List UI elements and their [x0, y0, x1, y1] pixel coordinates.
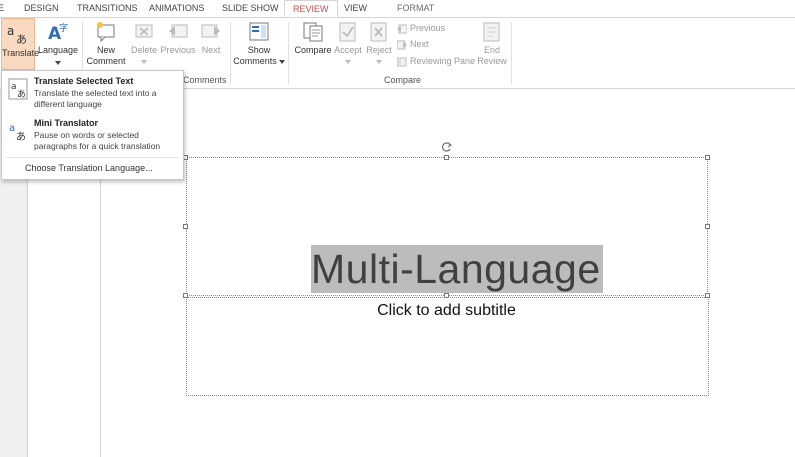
separator [288, 22, 289, 84]
compare-next-button[interactable]: Next [397, 39, 429, 50]
language-label: Language [37, 45, 79, 55]
resize-handle[interactable] [444, 155, 449, 160]
show-comments-label: Show Comments [232, 45, 286, 67]
menu-item-description: Pause on words or selected paragraphs fo… [34, 130, 161, 151]
tab-transitions[interactable]: TRANSITIONS [77, 3, 138, 13]
menu-item-description: Translate the selected text into a diffe… [34, 88, 157, 109]
delete-label: Delete [130, 45, 157, 55]
slide-title[interactable]: Multi-Language [311, 246, 601, 293]
chevron-down-icon [141, 60, 147, 64]
translate-dropdown-menu: a あ Translate Selected Text Translate th… [1, 70, 184, 180]
group-label-compare: Compare [384, 75, 422, 85]
accept-label: Accept [334, 45, 362, 55]
show-comments-button[interactable]: Show Comments [232, 21, 286, 67]
previous-label: Previous [160, 45, 196, 55]
language-icon: A 字 [48, 22, 68, 43]
chevron-down-icon [278, 60, 285, 64]
resize-handle[interactable] [705, 155, 710, 160]
subtitle-placeholder-text[interactable]: Click to add subtitle [186, 302, 707, 320]
tab-file-partial[interactable]: E [0, 3, 4, 13]
menu-item-translate-selected-text[interactable]: a あ Translate Selected Text Translate th… [2, 76, 183, 114]
reviewing-pane-icon [397, 57, 407, 67]
svg-text:あ: あ [16, 33, 27, 45]
delete-comment-button[interactable]: Delete [128, 21, 160, 67]
svg-text:a: a [9, 123, 15, 134]
reject-icon [370, 22, 387, 42]
end-review-label: End Review [477, 45, 507, 66]
next-change-icon [397, 40, 407, 50]
tab-animations[interactable]: ANIMATIONS [149, 3, 204, 13]
compare-button[interactable]: Compare [292, 21, 334, 56]
compare-icon [303, 22, 323, 42]
chevron-down-icon [376, 60, 382, 64]
svg-text:あ: あ [17, 89, 26, 100]
chevron-down-icon [345, 60, 351, 64]
new-comment-label: New Comment [86, 45, 126, 66]
next-label: Next [201, 45, 221, 55]
tab-design[interactable]: DESIGN [24, 3, 59, 13]
translate-label: Translate [2, 48, 40, 58]
compare-previous-button[interactable]: Previous [397, 23, 445, 34]
rotate-handle-icon[interactable] [441, 141, 453, 153]
reject-button[interactable]: Reject [364, 21, 394, 67]
svg-text:a: a [7, 24, 14, 38]
svg-text:a: a [11, 82, 17, 92]
menu-item-choose-translation-language[interactable]: Choose Translation Language... [25, 163, 153, 173]
new-comment-button[interactable]: New Comment [85, 21, 127, 67]
show-comments-icon [249, 22, 269, 41]
tab-review[interactable]: REVIEW [284, 0, 338, 17]
resize-handle[interactable] [705, 224, 710, 229]
end-review-button[interactable]: End Review [475, 21, 509, 67]
previous-change-icon [397, 24, 407, 34]
translate-selected-text-icon: a あ [8, 78, 28, 100]
menu-divider [6, 157, 179, 158]
ribbon-tabs: E DESIGN TRANSITIONS ANIMATIONS SLIDE SH… [0, 0, 795, 18]
reject-label: Reject [366, 45, 392, 55]
end-review-icon [483, 22, 500, 42]
chevron-down-icon [55, 61, 61, 65]
resize-handle[interactable] [183, 224, 188, 229]
translate-button[interactable]: a あ Translate [1, 18, 40, 70]
previous-comment-button[interactable]: Previous [160, 21, 196, 56]
tab-format[interactable]: FORMAT [397, 3, 434, 13]
svg-text:字: 字 [59, 22, 68, 34]
separator [511, 22, 512, 84]
accept-icon [339, 22, 356, 42]
reviewing-pane-button[interactable]: Reviewing Pane [397, 56, 475, 67]
title-text-selection[interactable]: Multi-Language [311, 245, 603, 293]
group-label-comments: Comments [183, 75, 227, 85]
previous-comment-icon [169, 24, 188, 38]
menu-item-title: Translate Selected Text [34, 76, 134, 86]
delete-comment-icon [135, 24, 153, 38]
next-comment-icon [201, 24, 220, 38]
menu-item-title: Mini Translator [34, 118, 99, 128]
tab-view[interactable]: VIEW [344, 3, 367, 13]
compare-label: Compare [294, 45, 332, 55]
language-button[interactable]: A 字 Language [37, 21, 79, 68]
mini-translator-icon: a あ [9, 123, 26, 142]
tab-slide-show[interactable]: SLIDE SHOW [222, 3, 279, 13]
next-comment-button[interactable]: Next [198, 21, 224, 56]
accept-button[interactable]: Accept [333, 21, 363, 67]
separator [230, 22, 231, 84]
translate-icon: a あ [7, 24, 27, 45]
menu-item-mini-translator[interactable]: a あ Mini Translator Pause on words or se… [2, 118, 183, 156]
new-comment-icon [97, 22, 115, 43]
svg-text:あ: あ [16, 131, 26, 142]
